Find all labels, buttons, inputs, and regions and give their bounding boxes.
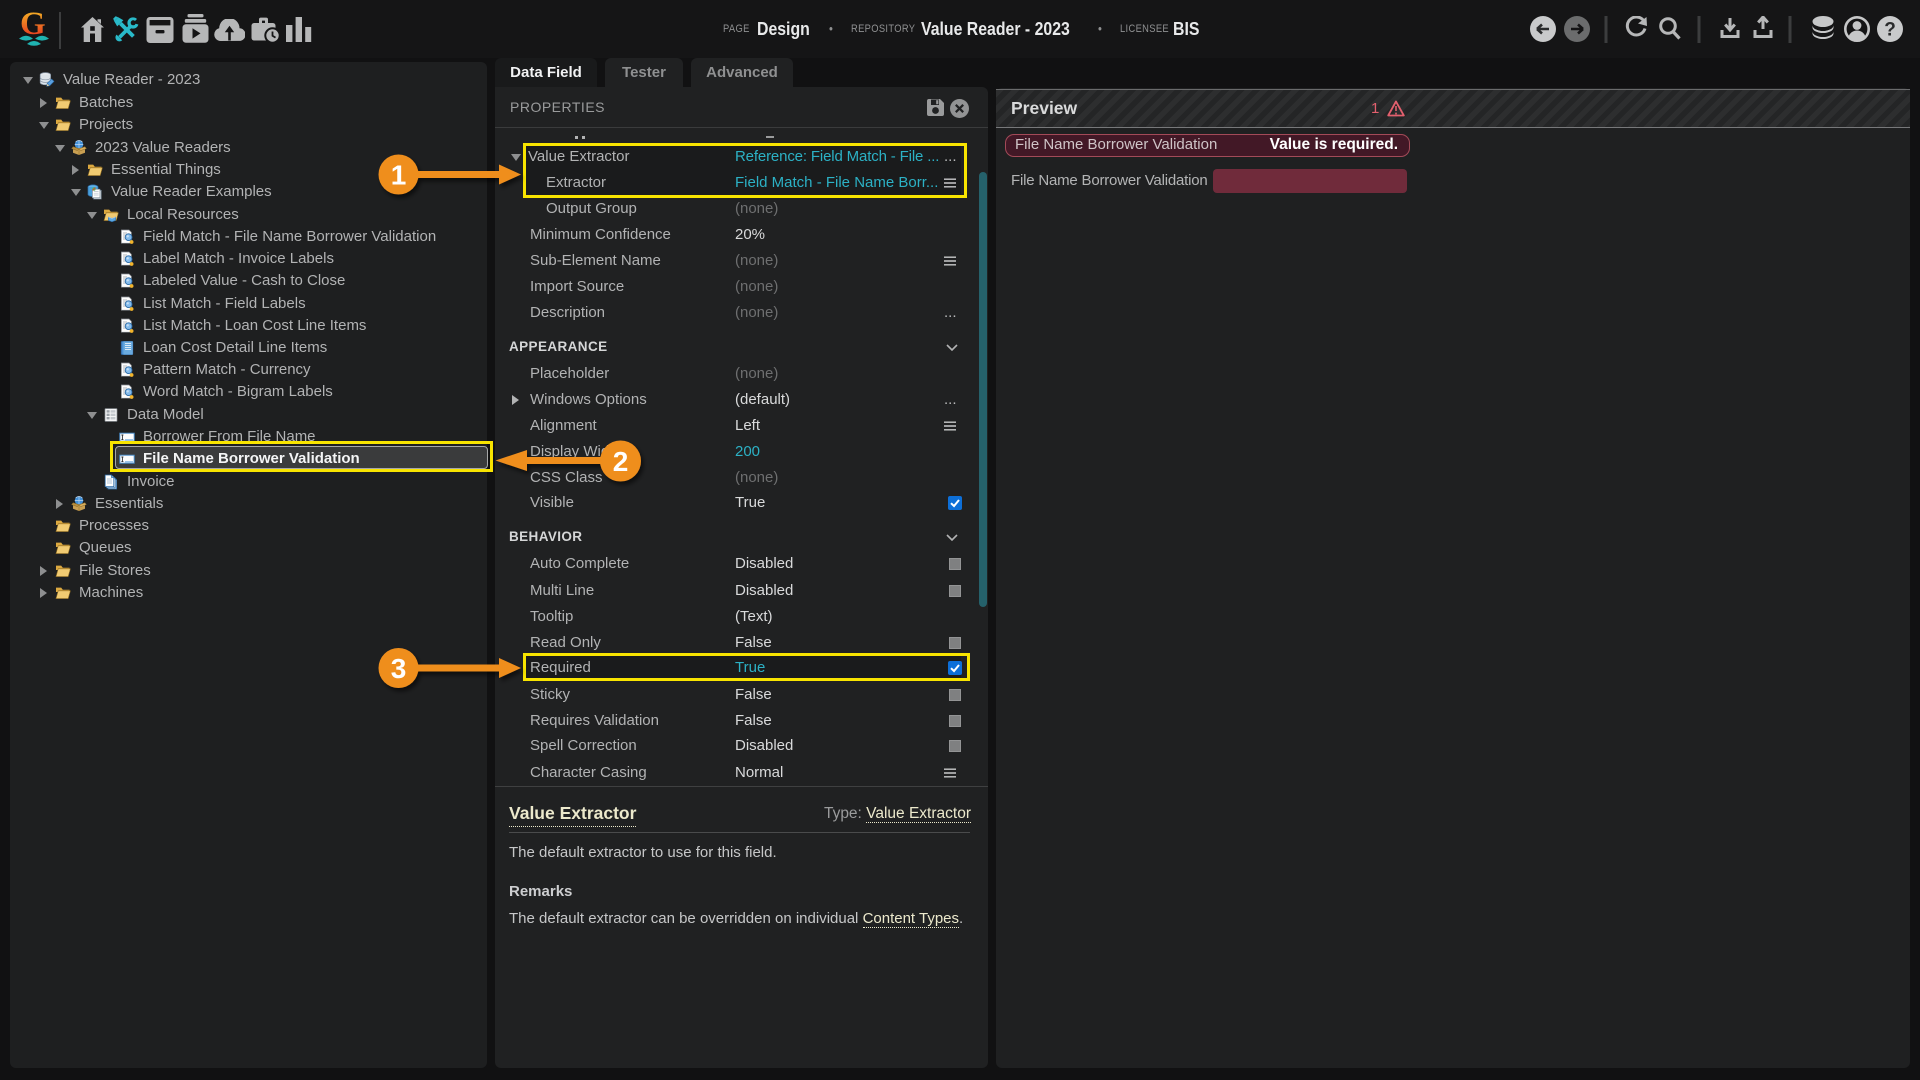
svg-text:?: ? [1884,20,1896,41]
